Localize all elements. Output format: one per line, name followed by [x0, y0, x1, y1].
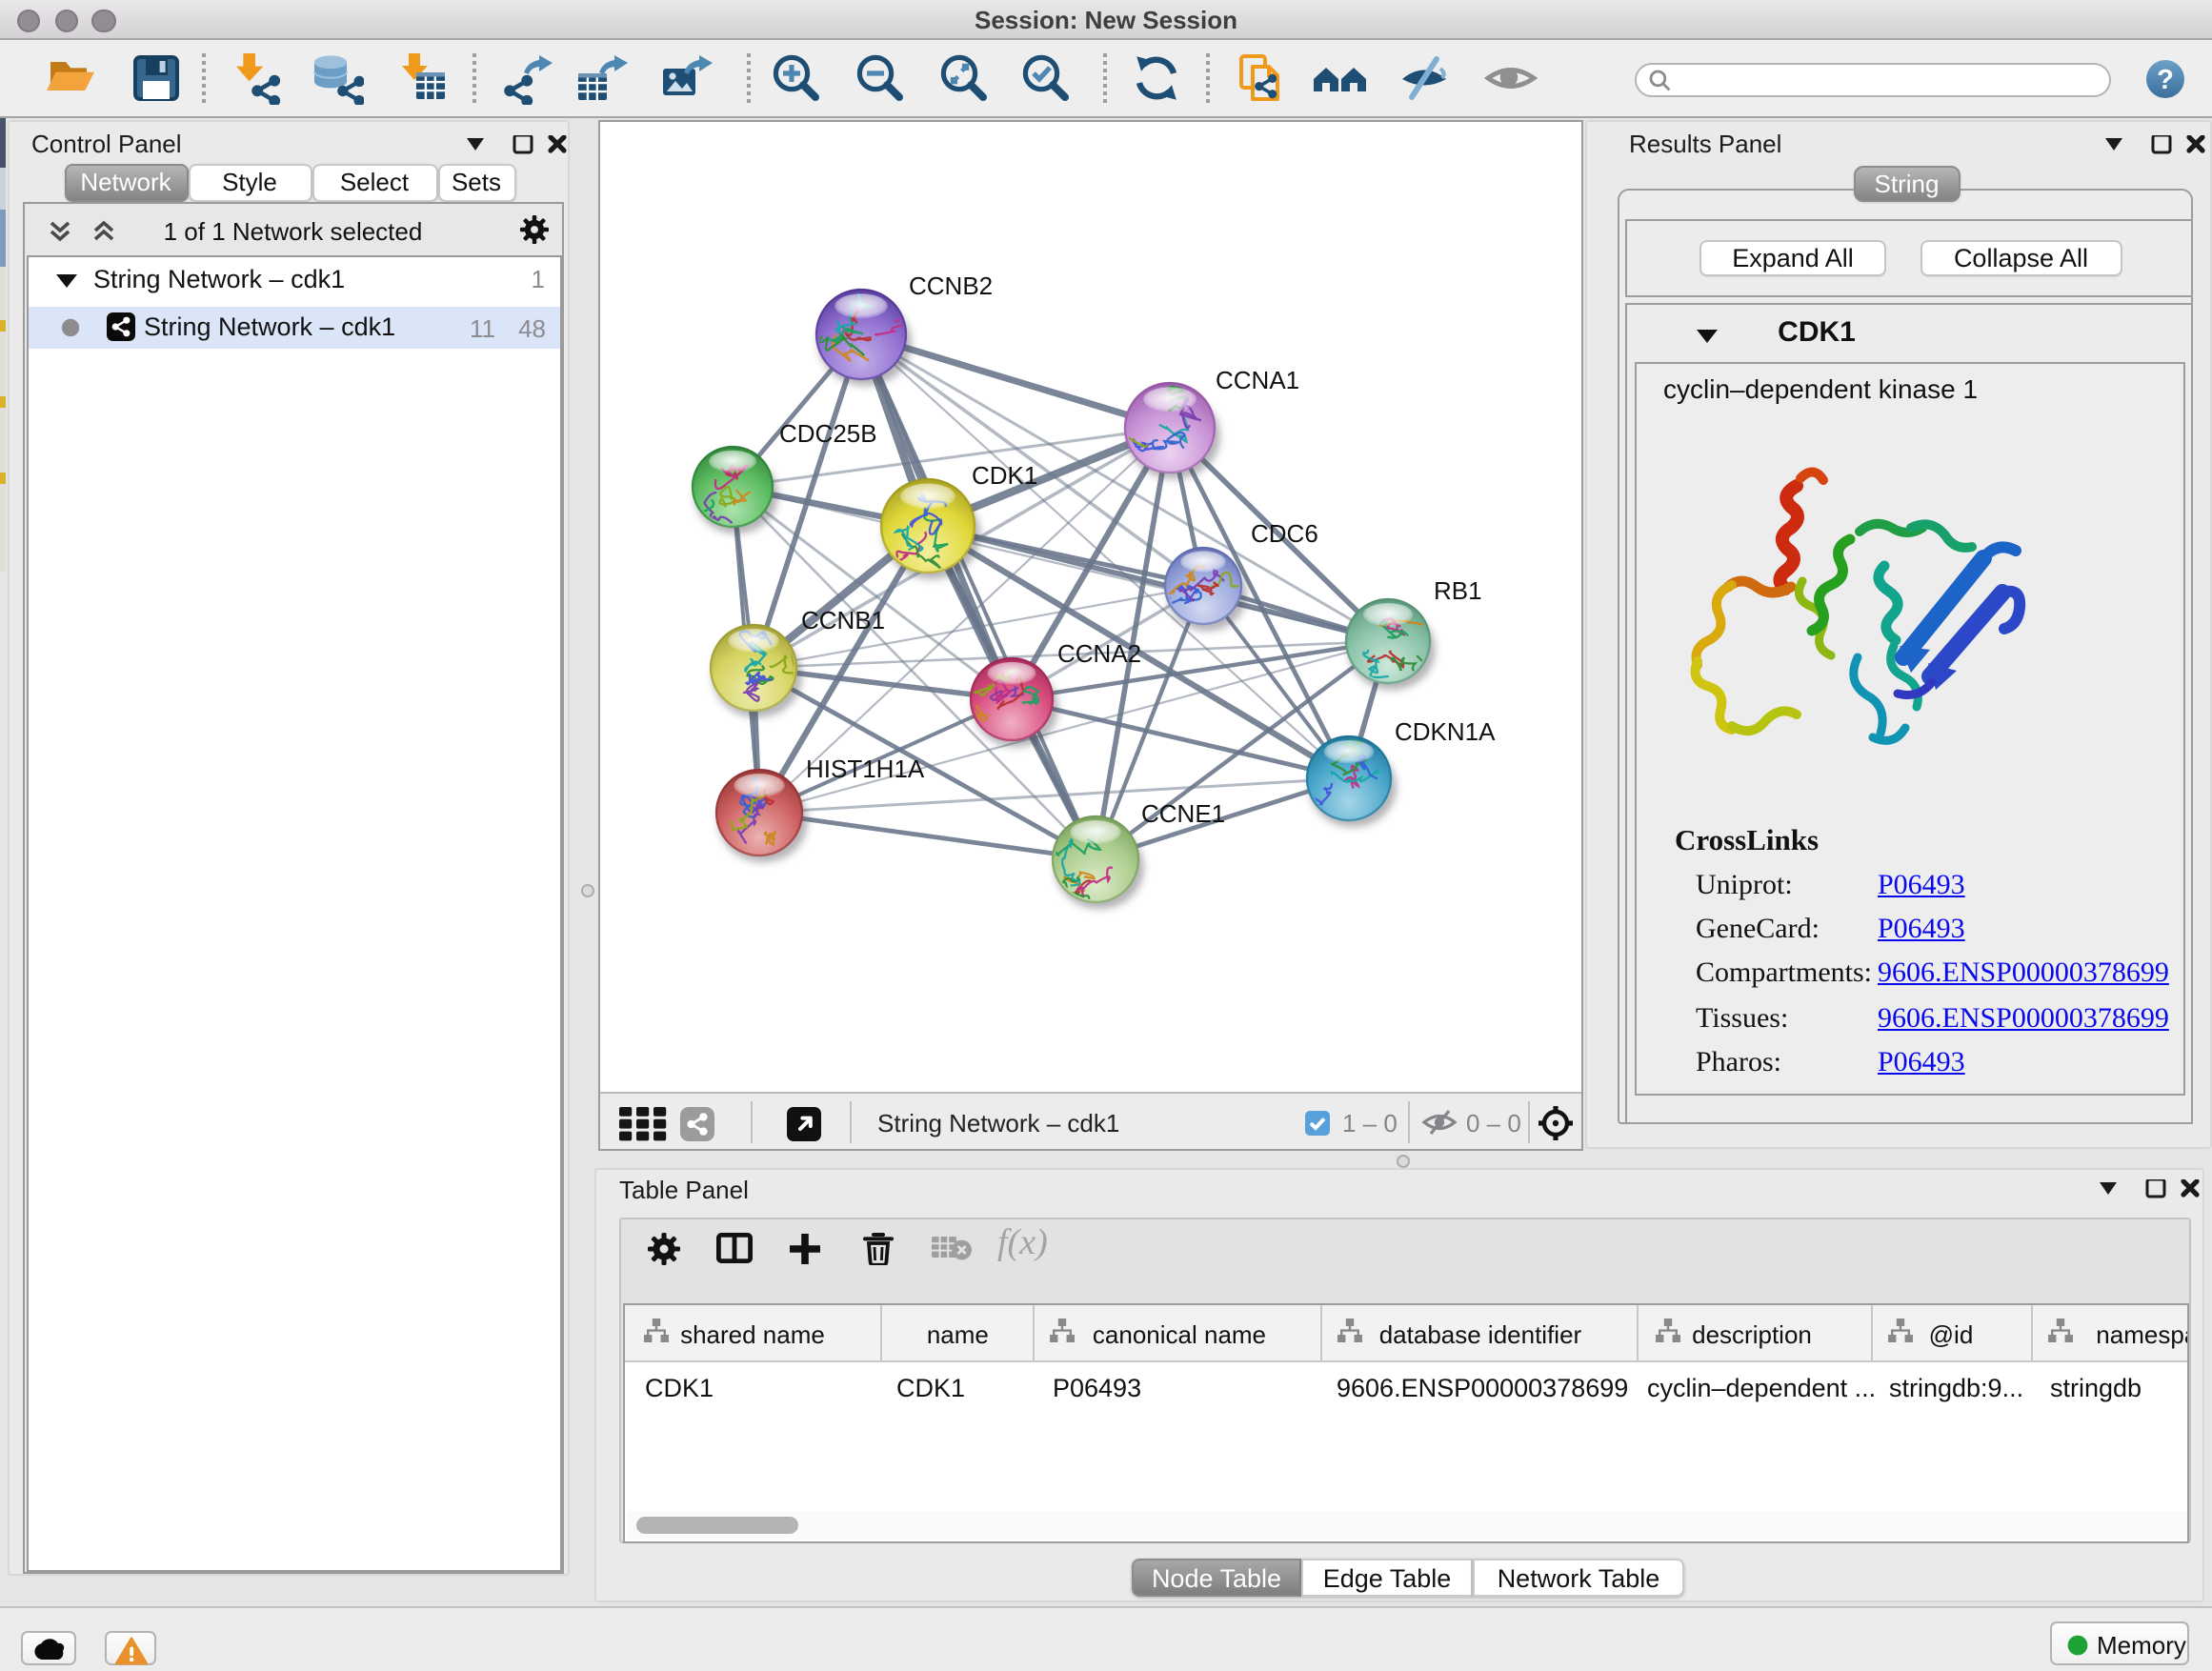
svg-text:HIST1H1A: HIST1H1A: [805, 754, 924, 782]
svg-text:CDC6: CDC6: [1250, 518, 1317, 547]
svg-text:CCNE1: CCNE1: [1140, 798, 1224, 827]
svg-text:CDK1: CDK1: [971, 460, 1036, 489]
svg-text:CDC25B: CDC25B: [778, 418, 876, 447]
svg-text:CDKN1A: CDKN1A: [1394, 716, 1495, 745]
svg-text:CCNB2: CCNB2: [908, 271, 992, 299]
svg-text:RB1: RB1: [1433, 575, 1481, 604]
svg-text:CCNA2: CCNA2: [1056, 638, 1140, 667]
svg-text:CCNB1: CCNB1: [800, 605, 884, 634]
svg-text:CCNA1: CCNA1: [1215, 365, 1298, 393]
svg-text:?: ?: [2157, 64, 2174, 94]
